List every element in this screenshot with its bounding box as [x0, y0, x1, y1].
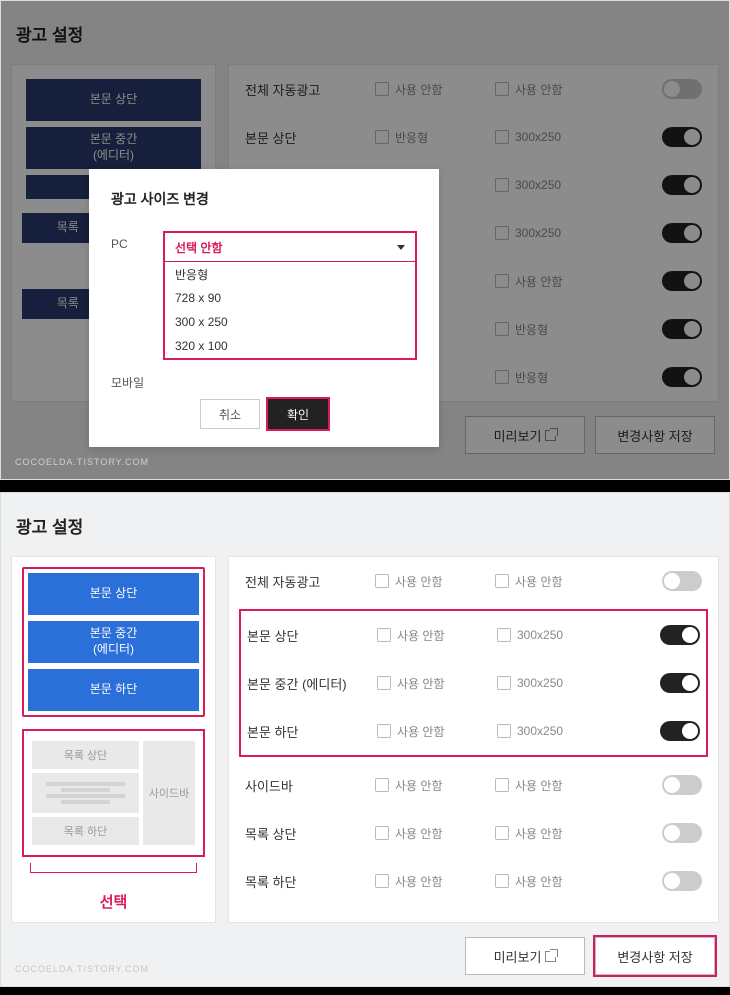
- dropdown-option[interactable]: 300 x 250: [165, 310, 415, 334]
- toggle[interactable]: [660, 625, 700, 645]
- external-link-icon: [545, 951, 556, 962]
- checkbox[interactable]: [495, 826, 509, 840]
- layout-preview: 목록 상단 목록 하단 사이드바: [22, 729, 205, 857]
- checkbox[interactable]: [495, 178, 509, 192]
- setting-row: 본문 중간 (에디터) 사용 안함 300x250: [241, 659, 706, 707]
- highlighted-rows: 본문 상단 사용 안함 300x250 본문 중간 (에디터) 사용 안함 30…: [239, 609, 708, 757]
- sidebar-btn-body-top[interactable]: 본문 상단: [26, 79, 201, 121]
- watermark: COCOELDA.TISTORY.COM: [15, 964, 149, 974]
- checkbox[interactable]: [495, 370, 509, 384]
- modal-label-mobile: 모바일: [111, 368, 163, 391]
- toggle[interactable]: [660, 721, 700, 741]
- toggle[interactable]: [660, 673, 700, 693]
- checkbox[interactable]: [377, 676, 391, 690]
- toggle[interactable]: [662, 319, 702, 339]
- checkbox[interactable]: [497, 724, 511, 738]
- modal-label-pc: PC: [111, 231, 163, 251]
- checkbox[interactable]: [375, 130, 389, 144]
- checkbox[interactable]: [497, 676, 511, 690]
- toggle[interactable]: [662, 223, 702, 243]
- ad-settings-panel-bottom: 광고 설정 본문 상단 본문 중간 (에디터) 본문 하단 목록 상단 목록 하…: [0, 492, 730, 987]
- checkbox[interactable]: [377, 724, 391, 738]
- preview-button[interactable]: 미리보기: [465, 416, 585, 454]
- preview-list-bottom: 목록 하단: [32, 817, 139, 845]
- sidebar: 본문 상단 본문 중간 (에디터) 본문 하단 목록 상단 목록 하단 사이드바…: [11, 556, 216, 923]
- checkbox[interactable]: [497, 628, 511, 642]
- toggle[interactable]: [662, 871, 702, 891]
- checkbox[interactable]: [377, 628, 391, 642]
- setting-row: 사이드바 사용 안함 사용 안함: [239, 761, 708, 809]
- toggle[interactable]: [662, 823, 702, 843]
- modal-title: 광고 사이즈 변경: [111, 189, 417, 209]
- preview-button[interactable]: 미리보기: [465, 937, 585, 975]
- checkbox[interactable]: [375, 82, 389, 96]
- checkbox[interactable]: [495, 874, 509, 888]
- toggle[interactable]: [662, 775, 702, 795]
- dropdown-selected-value: 선택 안함: [175, 239, 223, 256]
- checkbox[interactable]: [375, 874, 389, 888]
- setting-row: 목록 하단 사용 안함 사용 안함: [239, 857, 708, 905]
- preview-content: [32, 773, 139, 813]
- sidebar-btn-body-top[interactable]: 본문 상단: [28, 573, 199, 615]
- dropdown-option[interactable]: 728 x 90: [165, 286, 415, 310]
- page-title: 광고 설정: [11, 513, 719, 538]
- settings-table: 전체 자동광고 사용 안함 사용 안함 본문 상단 사용 안함 300x250 …: [228, 556, 719, 923]
- dropdown-option[interactable]: 반응형: [165, 262, 415, 286]
- sidebar-btn-body-mid[interactable]: 본문 중간 (에디터): [26, 127, 201, 169]
- page-title: 광고 설정: [11, 21, 719, 46]
- checkbox[interactable]: [495, 226, 509, 240]
- watermark: COCOELDA.TISTORY.COM: [15, 457, 149, 467]
- checkbox[interactable]: [375, 574, 389, 588]
- ad-settings-panel-top: 광고 설정 본문 상단 본문 중간 (에디터) 목록 목록 전체 자동광고사용 …: [0, 0, 730, 480]
- setting-row: 본문 상단반응형300x250: [239, 113, 708, 161]
- ad-size-modal: 광고 사이즈 변경 PC 선택 안함 반응형 728 x 90 300 x 25…: [89, 169, 439, 447]
- toggle[interactable]: [662, 127, 702, 147]
- setting-row: 목록 상단 사용 안함 사용 안함: [239, 809, 708, 857]
- checkbox[interactable]: [495, 274, 509, 288]
- toggle[interactable]: [662, 175, 702, 195]
- setting-row-auto: 전체 자동광고 사용 안함 사용 안함: [239, 557, 708, 605]
- toggle[interactable]: [662, 571, 702, 591]
- toggle[interactable]: [662, 271, 702, 291]
- checkbox[interactable]: [375, 826, 389, 840]
- toggle[interactable]: [662, 367, 702, 387]
- dropdown-list: 반응형 728 x 90 300 x 250 320 x 100: [165, 261, 415, 358]
- checkbox[interactable]: [375, 778, 389, 792]
- checkbox[interactable]: [495, 130, 509, 144]
- body-buttons-group: 본문 상단 본문 중간 (에디터) 본문 하단: [22, 567, 205, 717]
- save-button[interactable]: 변경사항 저장: [595, 416, 715, 454]
- setting-row: 본문 상단 사용 안함 300x250: [241, 611, 706, 659]
- setting-row: 전체 자동광고사용 안함사용 안함: [239, 65, 708, 113]
- checkbox[interactable]: [495, 82, 509, 96]
- cancel-button[interactable]: 취소: [200, 399, 260, 429]
- select-label: 선택: [22, 891, 205, 912]
- save-button[interactable]: 변경사항 저장: [595, 937, 715, 975]
- toggle[interactable]: [662, 79, 702, 99]
- checkbox[interactable]: [495, 574, 509, 588]
- size-dropdown[interactable]: 선택 안함 반응형 728 x 90 300 x 250 320 x 100: [163, 231, 417, 360]
- setting-row: 본문 하단 사용 안함 300x250: [241, 707, 706, 755]
- checkbox[interactable]: [495, 778, 509, 792]
- checkbox[interactable]: [495, 322, 509, 336]
- external-link-icon: [545, 430, 556, 441]
- confirm-button[interactable]: 확인: [268, 399, 328, 429]
- sidebar-btn-body-bottom[interactable]: 본문 하단: [28, 669, 199, 711]
- dropdown-option[interactable]: 320 x 100: [165, 334, 415, 358]
- sidebar-btn-body-mid[interactable]: 본문 중간 (에디터): [28, 621, 199, 663]
- preview-sidebar: 사이드바: [143, 741, 195, 845]
- chevron-down-icon: [397, 245, 405, 250]
- preview-list-top: 목록 상단: [32, 741, 139, 769]
